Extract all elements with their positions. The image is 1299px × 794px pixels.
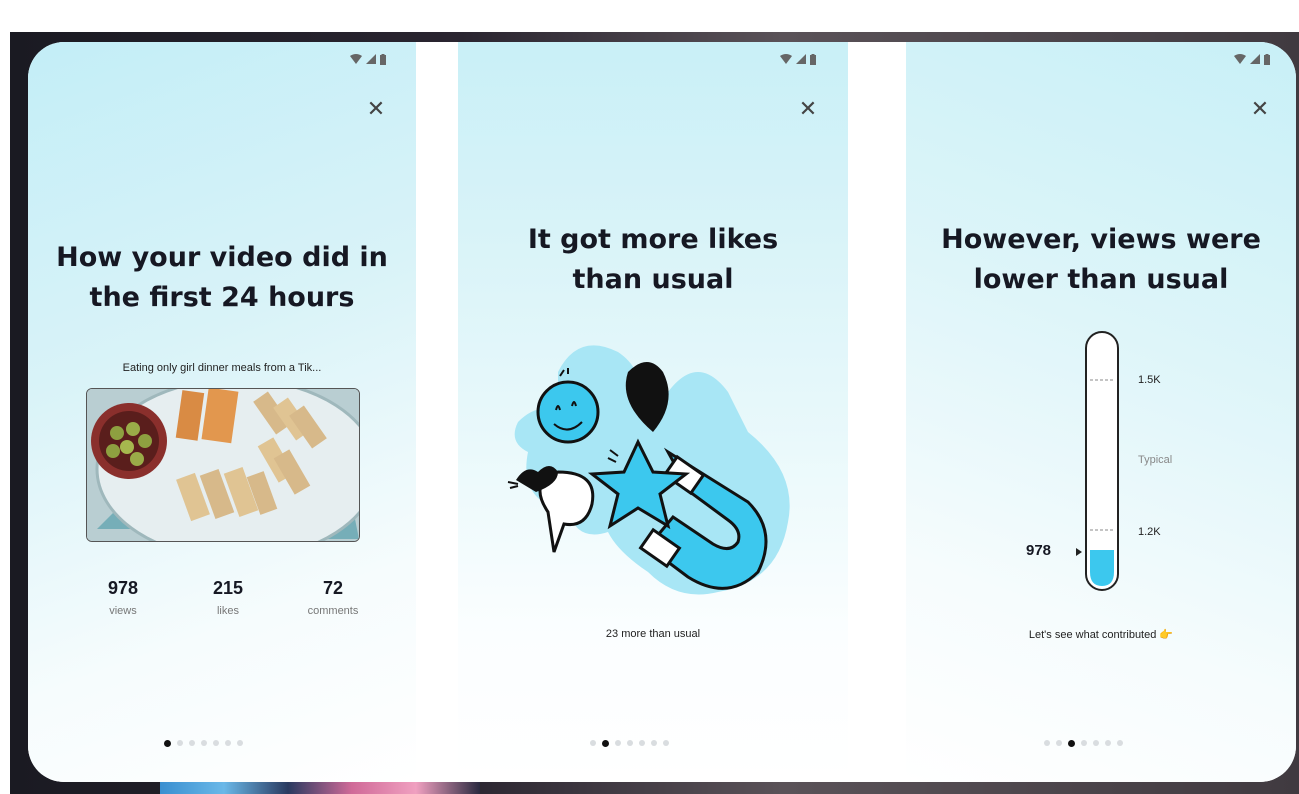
signal-icon: [796, 54, 806, 64]
page-dot[interactable]: [627, 740, 633, 746]
stat-comments: 72 comments: [288, 578, 378, 617]
page-dot[interactable]: [213, 740, 219, 746]
page-dot[interactable]: [189, 740, 195, 746]
stat-likes: 215 likes: [183, 578, 273, 617]
page-dot[interactable]: [1093, 740, 1099, 746]
battery-icon: [810, 53, 816, 65]
close-icon[interactable]: ✕: [366, 99, 386, 121]
video-thumbnail[interactable]: [86, 388, 360, 542]
stat-label: views: [109, 605, 137, 617]
slide-heading: It got more likes than usual: [527, 224, 779, 295]
page-dot[interactable]: [651, 740, 657, 746]
slide-heading: However, views were lower than usual: [941, 224, 1261, 295]
page-dot[interactable]: [1105, 740, 1111, 746]
slide-likes: ✕ It got more likes than usual 23 more t…: [458, 42, 848, 782]
status-bar: [780, 52, 816, 66]
battery-icon: [1264, 53, 1270, 65]
signal-icon: [366, 54, 376, 64]
page-dot[interactable]: [177, 740, 183, 746]
stat-value: 72: [322, 578, 344, 598]
page-dot[interactable]: [237, 740, 243, 746]
page-dot[interactable]: [663, 740, 669, 746]
page-dot[interactable]: [1056, 740, 1062, 746]
thermometer-gauge: [1076, 331, 1119, 591]
battery-icon: [380, 53, 386, 65]
stat-value: 215: [212, 578, 244, 598]
slide-heading: How your video did in the first 24 hours: [56, 242, 388, 313]
magnet-illustration: [498, 332, 798, 602]
wifi-icon: [780, 54, 792, 64]
stat-label: likes: [216, 605, 239, 617]
signal-icon: [1250, 54, 1260, 64]
video-caption: Eating only girl dinner meals from a Tik…: [122, 362, 322, 374]
stat-views: 978 views: [78, 578, 168, 617]
page-dot[interactable]: [1117, 740, 1123, 746]
wifi-icon: [350, 54, 362, 64]
views-thermometer: 1.5K Typical 1.2K 978: [906, 328, 1296, 598]
page-dot[interactable]: [225, 740, 231, 746]
stat-label: comments: [307, 605, 359, 617]
range-high-label: 1.5K: [1138, 374, 1161, 386]
stat-value: 978: [107, 578, 139, 598]
typical-label: Typical: [1138, 454, 1173, 466]
page-dot[interactable]: [602, 739, 609, 747]
wifi-icon: [1234, 54, 1246, 64]
likes-delta-text: 23 more than usual: [605, 628, 701, 640]
video-stats: 978 views 215 likes 72 comments: [78, 578, 378, 617]
slide-views: ✕ However, views were lower than usual 1…: [906, 42, 1296, 782]
carousel-frame: ✕ How your video did in the first 24 hou…: [28, 42, 1296, 782]
page-indicator: [458, 739, 848, 747]
food-image: [87, 389, 359, 541]
page-dot[interactable]: [1068, 739, 1075, 747]
close-icon[interactable]: ✕: [798, 99, 818, 121]
current-views-value: 978: [1026, 542, 1052, 559]
range-low-label: 1.2K: [1138, 526, 1161, 538]
status-bar: [350, 52, 386, 66]
page-dot[interactable]: [1081, 740, 1087, 746]
close-icon[interactable]: ✕: [1250, 99, 1270, 121]
page-dot[interactable]: [164, 739, 171, 747]
page-dot[interactable]: [615, 740, 621, 746]
magnet-icon: [507, 345, 790, 595]
status-bar: [1234, 52, 1270, 66]
page-dot[interactable]: [590, 740, 596, 746]
page-dot[interactable]: [201, 740, 207, 746]
page-indicator: [28, 739, 416, 747]
page-indicator: [906, 739, 1296, 747]
contributed-link[interactable]: Let's see what contributed 👉: [906, 628, 1296, 641]
page-dot[interactable]: [639, 740, 645, 746]
slide-video-summary: ✕ How your video did in the first 24 hou…: [28, 42, 416, 782]
page-dot[interactable]: [1044, 740, 1050, 746]
